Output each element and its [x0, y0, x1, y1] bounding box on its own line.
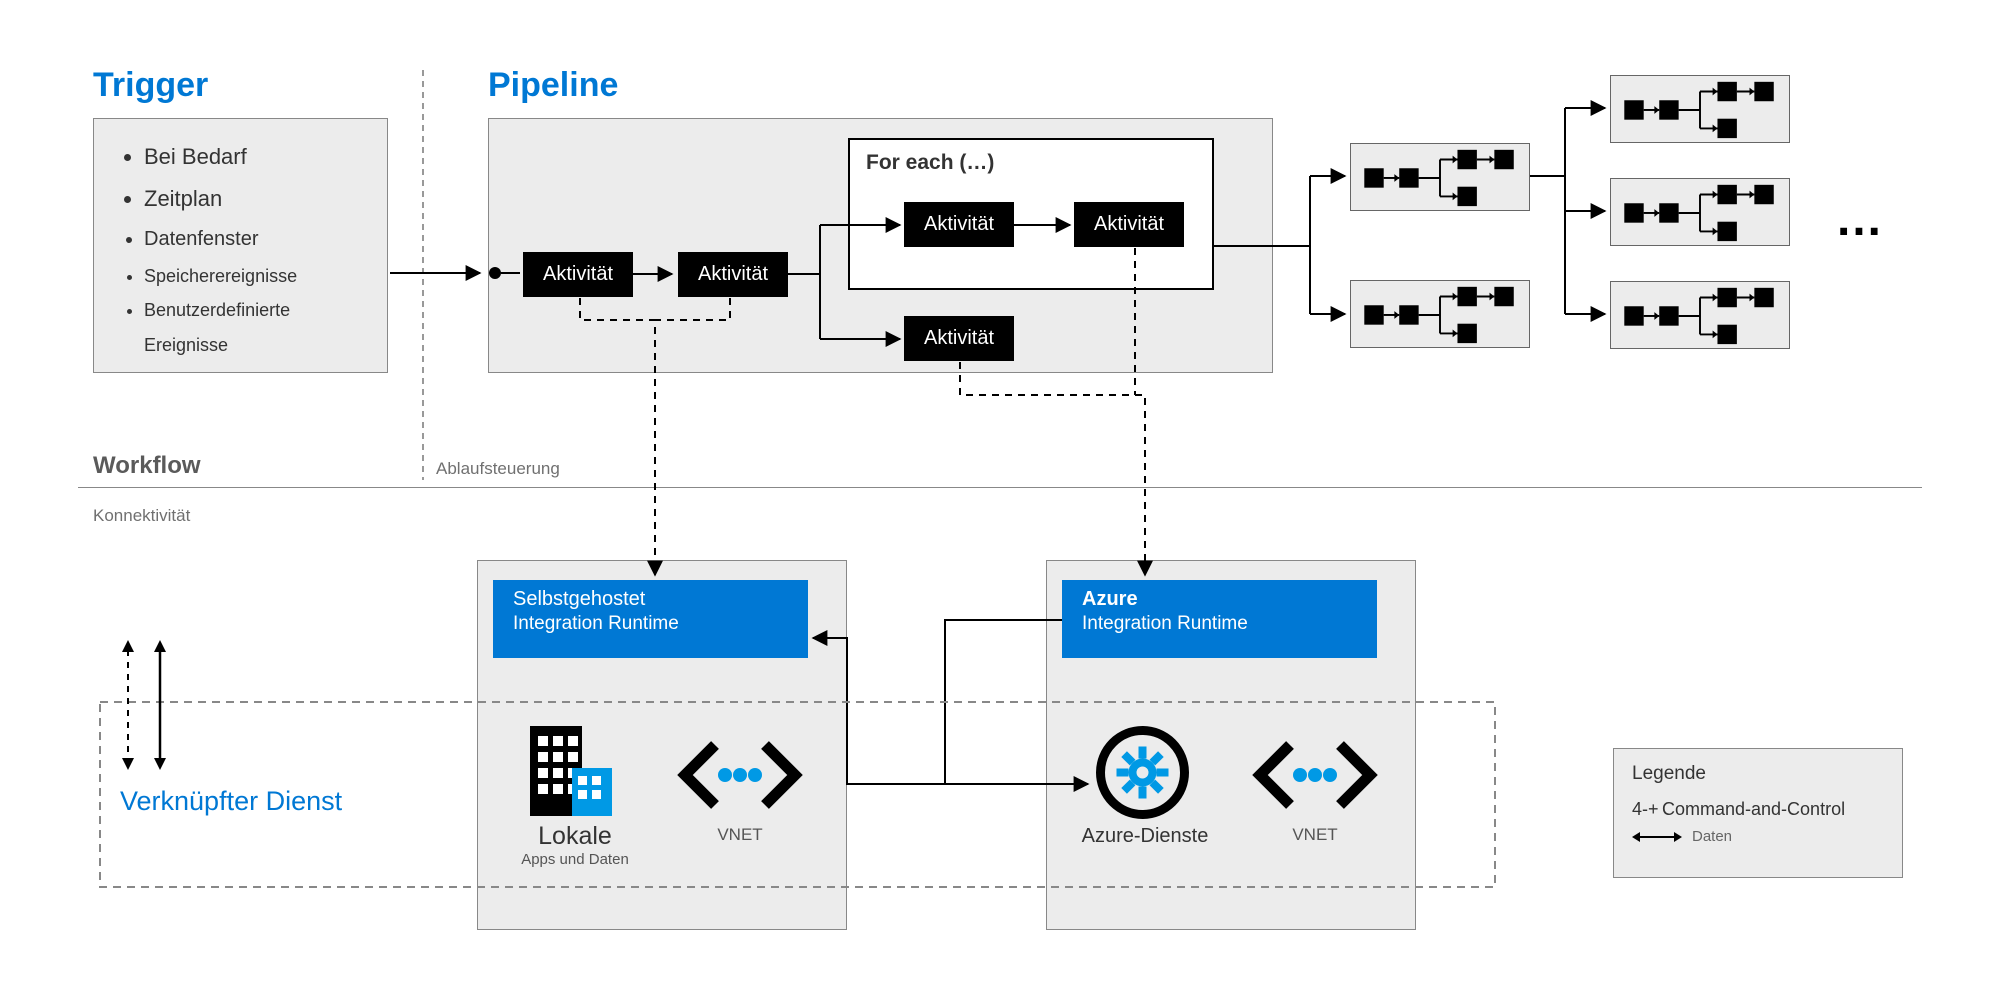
- trigger-item: Speicherereignisse: [144, 259, 372, 294]
- workflow-label: Workflow: [93, 452, 201, 480]
- vnet-icon: [1250, 735, 1380, 815]
- mini-pipeline: [1350, 280, 1530, 348]
- vnet-icon: [675, 735, 805, 815]
- ellipsis: …: [1835, 192, 1889, 247]
- vnet-label: VNET: [1270, 825, 1360, 845]
- legend-title: Legende: [1632, 763, 1884, 785]
- mini-pipeline: [1350, 143, 1530, 211]
- trigger-list: Bei Bedarf Zeitplan Datenfenster Speiche…: [109, 136, 372, 363]
- double-arrow-icon: [1632, 830, 1682, 844]
- trigger-item: Benutzerdefinierte Ereignisse: [144, 293, 372, 362]
- trigger-box: Bei Bedarf Zeitplan Datenfenster Speiche…: [93, 118, 388, 373]
- flow-control-label: Ablaufsteuerung: [436, 459, 560, 479]
- ir-header-l2: Integration Runtime: [513, 613, 788, 635]
- trigger-item: Datenfenster: [144, 220, 372, 258]
- linked-service-label: Verknüpfter Dienst: [120, 786, 342, 817]
- ir-header-l2: Integration Runtime: [1082, 613, 1357, 635]
- trigger-item: Zeitplan: [144, 178, 372, 220]
- mini-pipeline: [1610, 75, 1790, 143]
- mini-pipeline: [1610, 178, 1790, 246]
- foreach-title: For each (…): [866, 151, 994, 175]
- legend-data: Daten: [1692, 828, 1732, 845]
- activity-box: Aktivität: [1074, 202, 1184, 247]
- vnet-caption: VNET: [1270, 825, 1360, 845]
- activity-box: Aktivität: [904, 316, 1014, 361]
- vnet-label: VNET: [695, 825, 785, 845]
- diagram-canvas: Trigger Bei Bedarf Zeitplan Datenfenster…: [0, 0, 2002, 992]
- azure-svc-label: Azure-Dienste: [1065, 825, 1225, 848]
- buildings-icon: [520, 726, 630, 822]
- mini-pipeline: [1610, 281, 1790, 349]
- legend-cc: Command-and-Control: [1662, 799, 1845, 820]
- activity-box: Aktivität: [904, 202, 1014, 247]
- local-caption-big: Lokale: [505, 822, 645, 851]
- azure-svc-caption: Azure-Dienste: [1065, 825, 1225, 848]
- local-caption: Lokale Apps und Daten: [505, 822, 645, 868]
- activity-box: Aktivität: [678, 252, 788, 297]
- vnet-caption: VNET: [695, 825, 785, 845]
- azure-gear-icon: [1095, 725, 1190, 820]
- ir-header-l1: Selbstgehostet: [513, 588, 788, 611]
- trigger-item: Bei Bedarf: [144, 136, 372, 178]
- legend-box: Legende 4-+ Command-and-Control Daten: [1613, 748, 1903, 878]
- selfhosted-ir-header: Selbstgehostet Integration Runtime: [493, 580, 808, 658]
- connectivity-label: Konnektivität: [93, 506, 190, 526]
- divider-line: [78, 487, 1922, 488]
- local-caption-small: Apps und Daten: [505, 851, 645, 868]
- ir-header-l1: Azure: [1082, 588, 1357, 611]
- pipeline-title: Pipeline: [488, 66, 618, 105]
- activity-box: Aktivität: [523, 252, 633, 297]
- azure-ir-header: Azure Integration Runtime: [1062, 580, 1377, 658]
- trigger-title: Trigger: [93, 66, 208, 105]
